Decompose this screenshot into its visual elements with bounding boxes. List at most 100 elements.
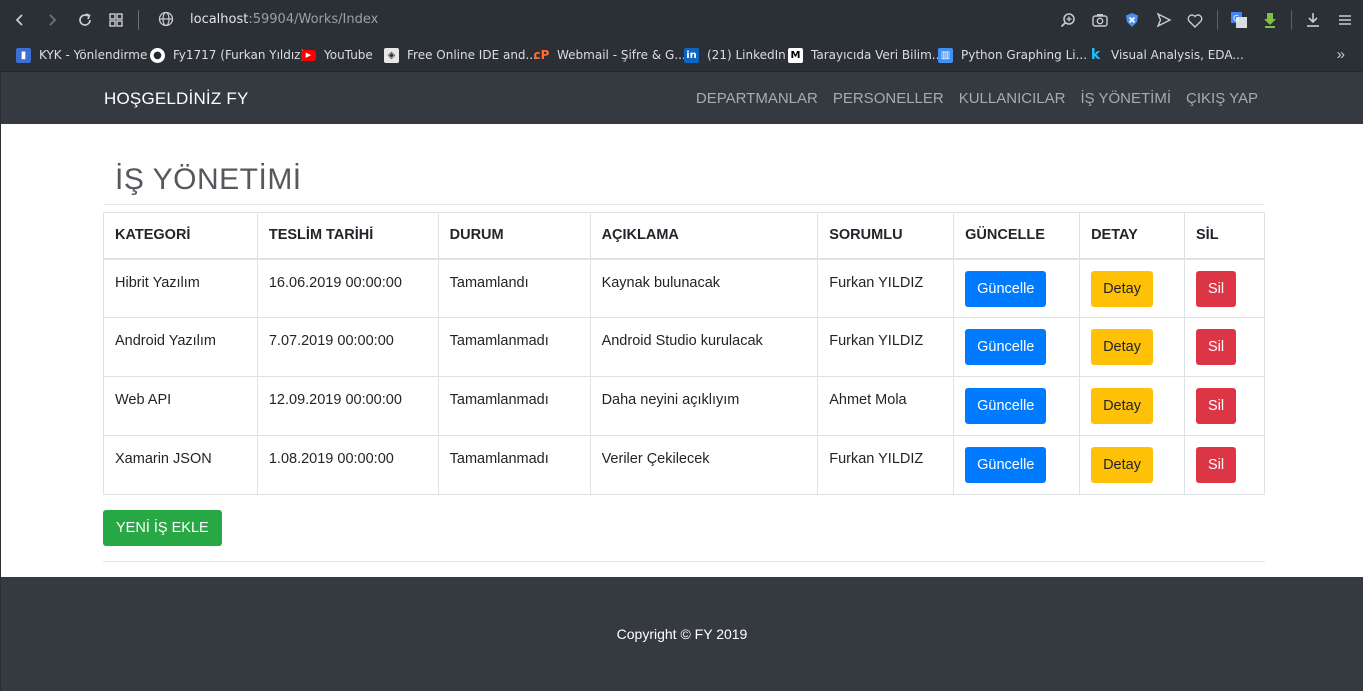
delete-button[interactable]: Sil	[1196, 388, 1237, 424]
update-button[interactable]: Güncelle	[965, 270, 1047, 307]
cell-category: Xamarin JSON	[103, 435, 258, 495]
github-icon: ●	[150, 47, 165, 63]
cpanel-icon: cP	[533, 48, 550, 62]
cell-category: Android Yazılım	[103, 317, 258, 377]
zoom-icon[interactable]	[1058, 10, 1078, 30]
bookmark-kyk[interactable]: ▮ KYK - Yönlendirme	[16, 45, 147, 65]
delete-button[interactable]: Sil	[1196, 329, 1237, 365]
cell-update: Güncelle	[953, 376, 1081, 436]
cell-delete: Sil	[1184, 376, 1265, 436]
back-icon[interactable]	[10, 10, 30, 30]
site-footer: Copyright © FY 2019	[1, 577, 1363, 691]
medium-icon: M	[788, 47, 803, 63]
cell-delete: Sil	[1184, 258, 1265, 318]
kaggle-icon: k	[1090, 47, 1101, 63]
cell-due-date: 16.06.2019 00:00:00	[256, 258, 439, 318]
forward-icon[interactable]	[42, 10, 62, 30]
address-bar[interactable]: localhost:59904/Works/Index	[190, 12, 378, 27]
bookmark-label: KYK - Yönlendirme	[39, 48, 148, 62]
table-row: Xamarin JSON 1.08.2019 00:00:00 Tamamlan…	[103, 435, 1265, 495]
header-status: DURUM	[437, 212, 591, 260]
cell-update: Güncelle	[953, 435, 1081, 495]
downloads-icon[interactable]	[1303, 10, 1323, 30]
header-detail: DETAY	[1079, 212, 1185, 260]
content-divider	[103, 561, 1265, 562]
kyk-icon: ▮	[16, 47, 31, 63]
nav-link-personnel[interactable]: PERSONELLER	[833, 90, 944, 107]
svg-text:G: G	[1233, 14, 1239, 23]
send-icon[interactable]	[1154, 10, 1174, 30]
bookmark-label: (21) LinkedIn	[707, 48, 786, 62]
bookmark-plotly[interactable]: ▥ Python Graphing Li...	[938, 45, 1087, 65]
add-work-button[interactable]: YENİ İŞ EKLE	[103, 510, 222, 546]
cell-detail: Detay	[1079, 258, 1185, 318]
bookmark-medium[interactable]: M Tarayıcıda Veri Bilim...	[788, 45, 943, 65]
bookmark-webmail[interactable]: cP Webmail - Şifre & G...	[534, 45, 686, 65]
detail-button[interactable]: Detay	[1091, 388, 1153, 424]
cell-update: Güncelle	[953, 258, 1081, 318]
delete-button[interactable]: Sil	[1196, 447, 1237, 483]
table-row: Hibrit Yazılım 16.06.2019 00:00:00 Tamam…	[103, 258, 1265, 318]
cell-detail: Detay	[1079, 376, 1185, 436]
update-button[interactable]: Güncelle	[965, 388, 1047, 424]
detail-button[interactable]: Detay	[1091, 270, 1153, 307]
cell-status: Tamamlanmadı	[437, 376, 591, 436]
nav-link-users[interactable]: KULLANICILAR	[959, 90, 1066, 107]
cell-category: Web API	[103, 376, 258, 436]
header-due-date: TESLİM TARİHİ	[256, 212, 439, 260]
youtube-icon: ▶	[301, 49, 316, 61]
header-update: GÜNCELLE	[953, 212, 1081, 260]
delete-button[interactable]: Sil	[1196, 270, 1237, 307]
globe-icon	[158, 11, 174, 27]
reload-icon[interactable]	[75, 10, 95, 30]
table-row: Android Yazılım 7.07.2019 00:00:00 Tamam…	[103, 317, 1265, 377]
cell-status: Tamamlanmadı	[437, 435, 591, 495]
cell-due-date: 12.09.2019 00:00:00	[256, 376, 439, 436]
detail-button[interactable]: Detay	[1091, 329, 1153, 365]
menu-icon[interactable]	[1335, 10, 1355, 30]
bookmark-ide[interactable]: ◈ Free Online IDE and...	[384, 45, 537, 65]
speed-dial-icon[interactable]	[106, 10, 126, 30]
bookmark-kaggle[interactable]: k Visual Analysis, EDA...	[1088, 45, 1244, 65]
bookmark-youtube[interactable]: ▶ YouTube	[301, 45, 373, 65]
cell-description: Veriler Çekilecek	[589, 435, 819, 495]
browser-toolbar: localhost:59904/Works/Index G	[0, 0, 1363, 40]
table-row: Web API 12.09.2019 00:00:00 Tamamlanmadı…	[103, 376, 1265, 436]
bookmark-github[interactable]: ● Fy1717 (Furkan Yıldız)	[150, 45, 305, 65]
cell-owner: Furkan YILDIZ	[817, 258, 955, 318]
cell-description: Daha neyini açıklıyım	[589, 376, 819, 436]
camera-icon[interactable]	[1090, 10, 1110, 30]
site-navbar: HOŞGELDİNİZ FY DEPARTMANLAR PERSONELLER …	[1, 72, 1363, 124]
cell-status: Tamamlandı	[437, 258, 591, 318]
navbar-links: DEPARTMANLAR PERSONELLER KULLANICILAR İŞ…	[696, 90, 1258, 107]
detail-button[interactable]: Detay	[1091, 447, 1153, 483]
toolbar-divider	[1291, 10, 1292, 30]
nav-link-logout[interactable]: ÇIKIŞ YAP	[1186, 90, 1258, 107]
url-host: localhost	[190, 12, 249, 27]
translate-icon[interactable]: G	[1229, 10, 1249, 30]
cell-delete: Sil	[1184, 435, 1265, 495]
cell-owner: Furkan YILDIZ	[817, 317, 955, 377]
cell-description: Android Studio kurulacak	[589, 317, 819, 377]
download-helper-icon[interactable]	[1260, 10, 1280, 30]
heart-icon[interactable]	[1185, 10, 1205, 30]
bookmark-label: YouTube	[324, 48, 373, 62]
nav-link-departments[interactable]: DEPARTMANLAR	[696, 90, 818, 107]
cell-category: Hibrit Yazılım	[103, 258, 258, 318]
bookmarks-overflow-icon[interactable]: »	[1337, 46, 1345, 63]
update-button[interactable]: Güncelle	[965, 447, 1047, 483]
navbar-brand[interactable]: HOŞGELDİNİZ FY	[104, 89, 249, 109]
adblock-shield-icon[interactable]	[1122, 10, 1142, 30]
header-description: AÇIKLAMA	[589, 212, 819, 260]
bookmark-label: Tarayıcıda Veri Bilim...	[811, 48, 944, 62]
nav-link-work-management[interactable]: İŞ YÖNETİMİ	[1080, 90, 1171, 107]
title-divider	[103, 204, 1265, 205]
cell-detail: Detay	[1079, 435, 1185, 495]
plotly-icon: ▥	[938, 47, 953, 63]
bookmark-linkedin[interactable]: in (21) LinkedIn	[684, 45, 786, 65]
header-category: KATEGORİ	[103, 212, 258, 260]
update-button[interactable]: Güncelle	[965, 329, 1047, 365]
header-delete: SİL	[1184, 212, 1265, 260]
cell-update: Güncelle	[953, 317, 1081, 377]
copyright-text: Copyright © FY 2019	[616, 626, 748, 642]
